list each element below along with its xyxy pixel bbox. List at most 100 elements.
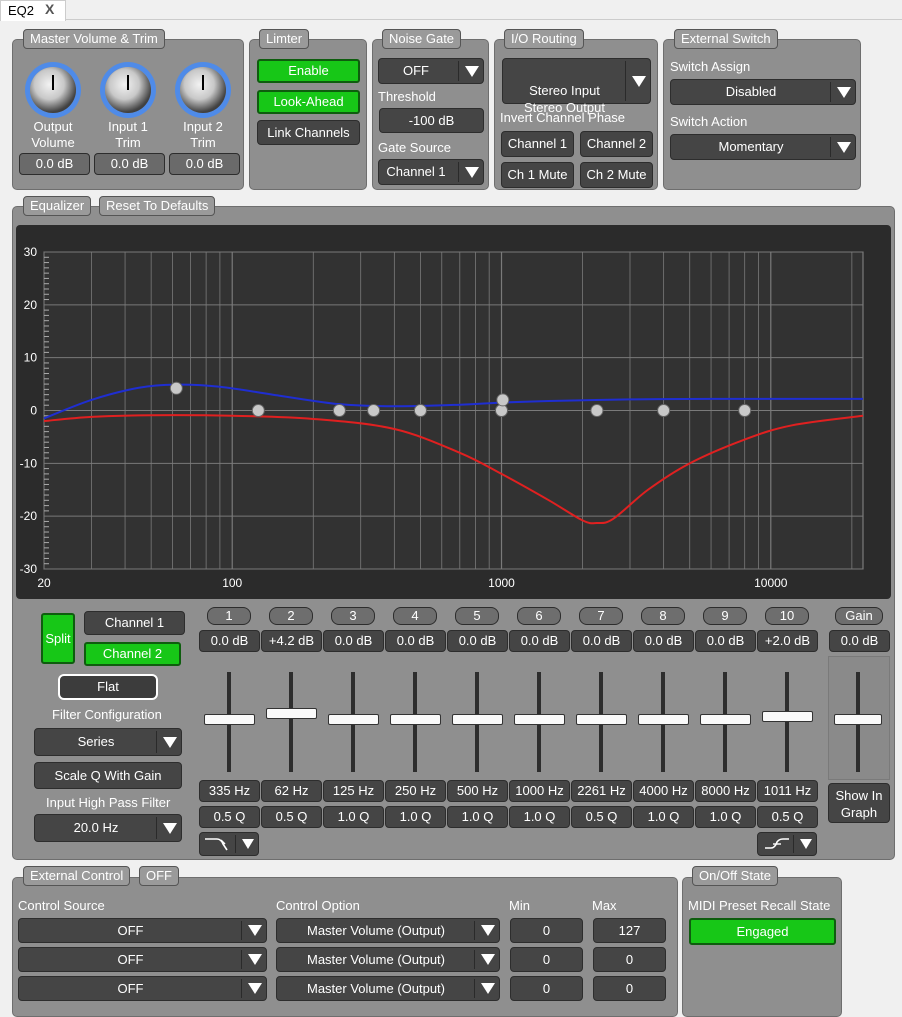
knob-value-field[interactable]: 0.0 dB (94, 153, 165, 175)
band-gain-field[interactable]: 0.0 dB (323, 630, 384, 652)
volume-knob[interactable] (105, 67, 151, 113)
band-gain-field[interactable]: 0.0 dB (447, 630, 508, 652)
control-max-field[interactable]: 0 (593, 947, 666, 972)
filter-config-select[interactable]: Series (34, 728, 182, 756)
flat-button[interactable]: Flat (58, 674, 158, 700)
eq-band-handle[interactable] (590, 404, 604, 417)
control-min-field[interactable]: 0 (510, 947, 583, 972)
control-max-field[interactable]: 0 (593, 976, 666, 1001)
gain-value-field[interactable]: 0.0 dB (829, 630, 890, 652)
band-slider-thumb[interactable] (762, 711, 813, 722)
invert-channel1-button[interactable]: Channel 1 (501, 131, 574, 157)
band-frequency-field[interactable]: 1011 Hz (757, 780, 818, 802)
control-option-select[interactable]: Master Volume (Output) (276, 976, 500, 1001)
band-slider-thumb[interactable] (514, 714, 565, 725)
band-slider-thumb[interactable] (452, 714, 503, 725)
band-q-field[interactable]: 1.0 Q (633, 806, 694, 828)
band-q-field[interactable]: 1.0 Q (447, 806, 508, 828)
limiter-link-channels-button[interactable]: Link Channels (257, 120, 360, 145)
engaged-button[interactable]: Engaged (689, 918, 836, 945)
band10-filter-type-select[interactable] (757, 832, 817, 856)
control-option-select[interactable]: Master Volume (Output) (276, 918, 500, 943)
switch-assign-select[interactable]: Disabled (670, 79, 856, 105)
band-frequency-field[interactable]: 62 Hz (261, 780, 322, 802)
tab-eq2[interactable]: EQ2 X (0, 0, 66, 21)
band1-filter-type-select[interactable] (199, 832, 259, 856)
band-frequency-field[interactable]: 125 Hz (323, 780, 384, 802)
tab-close-icon[interactable]: X (45, 1, 54, 17)
band-slider-thumb[interactable] (390, 714, 441, 725)
volume-knob[interactable] (180, 67, 226, 113)
volume-knob[interactable] (30, 67, 76, 113)
gain-slider-thumb[interactable] (834, 714, 882, 725)
scale-q-button[interactable]: Scale Q With Gain (34, 762, 182, 789)
limiter-lookahead-button[interactable]: Look-Ahead (257, 90, 360, 114)
band-frequency-field[interactable]: 1000 Hz (509, 780, 570, 802)
eq-frequency-graph[interactable]: 3020100-10-20-3020 100 1000 10000 (16, 225, 891, 599)
knob-value-field[interactable]: 0.0 dB (19, 153, 90, 175)
band-gain-field[interactable]: 0.0 dB (509, 630, 570, 652)
gate-state-select[interactable]: OFF (378, 58, 484, 84)
band-q-field[interactable]: 0.5 Q (261, 806, 322, 828)
switch-action-select[interactable]: Momentary (670, 134, 856, 160)
band-gain-field[interactable]: 0.0 dB (199, 630, 260, 652)
eq-band-handle[interactable] (367, 404, 381, 417)
eq-band-handle[interactable] (657, 404, 671, 417)
band-gain-field[interactable]: +4.2 dB (261, 630, 322, 652)
band-frequency-field[interactable]: 8000 Hz (695, 780, 756, 802)
control-source-select[interactable]: OFF (18, 947, 267, 972)
band-gain-field[interactable]: 0.0 dB (571, 630, 632, 652)
band-frequency-field[interactable]: 500 Hz (447, 780, 508, 802)
filter-config-label: Filter Configuration (52, 707, 162, 722)
control-min-field[interactable]: 0 (510, 976, 583, 1001)
band-gain-field[interactable]: 0.0 dB (633, 630, 694, 652)
control-min-field[interactable]: 0 (510, 918, 583, 943)
band-slider-thumb[interactable] (576, 714, 627, 725)
eq-band-handle[interactable] (413, 404, 427, 417)
band-slider-thumb[interactable] (638, 714, 689, 725)
band-slider-thumb[interactable] (266, 708, 317, 719)
band-q-field[interactable]: 0.5 Q (571, 806, 632, 828)
band-q-field[interactable]: 1.0 Q (385, 806, 446, 828)
split-button[interactable]: Split (41, 613, 75, 664)
show-in-graph-button[interactable]: Show In Graph (828, 783, 890, 823)
band-gain-field[interactable]: +2.0 dB (757, 630, 818, 652)
control-source-select[interactable]: OFF (18, 976, 267, 1001)
band-q-field[interactable]: 1.0 Q (695, 806, 756, 828)
band-q-field[interactable]: 0.5 Q (757, 806, 818, 828)
band-frequency-field[interactable]: 4000 Hz (633, 780, 694, 802)
eq-band-handle[interactable] (496, 393, 510, 407)
eq-band-handle[interactable] (169, 381, 183, 395)
band-slider-thumb[interactable] (204, 714, 255, 725)
io-routing-select[interactable]: Stereo Input Stereo Output (502, 58, 651, 115)
band-gain-field[interactable]: 0.0 dB (695, 630, 756, 652)
control-option-select[interactable]: Master Volume (Output) (276, 947, 500, 972)
ch2-mute-button[interactable]: Ch 2 Mute (580, 162, 653, 188)
band-slider-thumb[interactable] (700, 714, 751, 725)
invert-channel2-button[interactable]: Channel 2 (580, 131, 653, 157)
band-q-field[interactable]: 1.0 Q (323, 806, 384, 828)
limiter-enable-button[interactable]: Enable (257, 59, 360, 83)
threshold-field[interactable]: -100 dB (379, 108, 484, 133)
control-max-field[interactable]: 127 (593, 918, 666, 943)
ch1-mute-button[interactable]: Ch 1 Mute (501, 162, 574, 188)
eq-band-handle[interactable] (251, 404, 265, 417)
external-control-state[interactable]: OFF (139, 866, 179, 886)
control-source-select[interactable]: OFF (18, 918, 267, 943)
channel1-button[interactable]: Channel 1 (84, 611, 185, 635)
eq-band-handle[interactable] (738, 404, 752, 417)
band-frequency-field[interactable]: 2261 Hz (571, 780, 632, 802)
knob-value-field[interactable]: 0.0 dB (169, 153, 240, 175)
reset-defaults-button[interactable]: Reset To Defaults (99, 196, 216, 216)
channel2-button[interactable]: Channel 2 (84, 642, 181, 666)
band-frequency-field[interactable]: 335 Hz (199, 780, 260, 802)
band-slider-thumb[interactable] (328, 714, 379, 725)
io-routing-separator (625, 61, 626, 101)
band-q-field[interactable]: 1.0 Q (509, 806, 570, 828)
band-frequency-field[interactable]: 250 Hz (385, 780, 446, 802)
eq-band-handle[interactable] (332, 404, 346, 417)
hpf-select[interactable]: 20.0 Hz (34, 814, 182, 842)
band-q-field[interactable]: 0.5 Q (199, 806, 260, 828)
gate-source-select[interactable]: Channel 1 (378, 159, 484, 185)
band-gain-field[interactable]: 0.0 dB (385, 630, 446, 652)
